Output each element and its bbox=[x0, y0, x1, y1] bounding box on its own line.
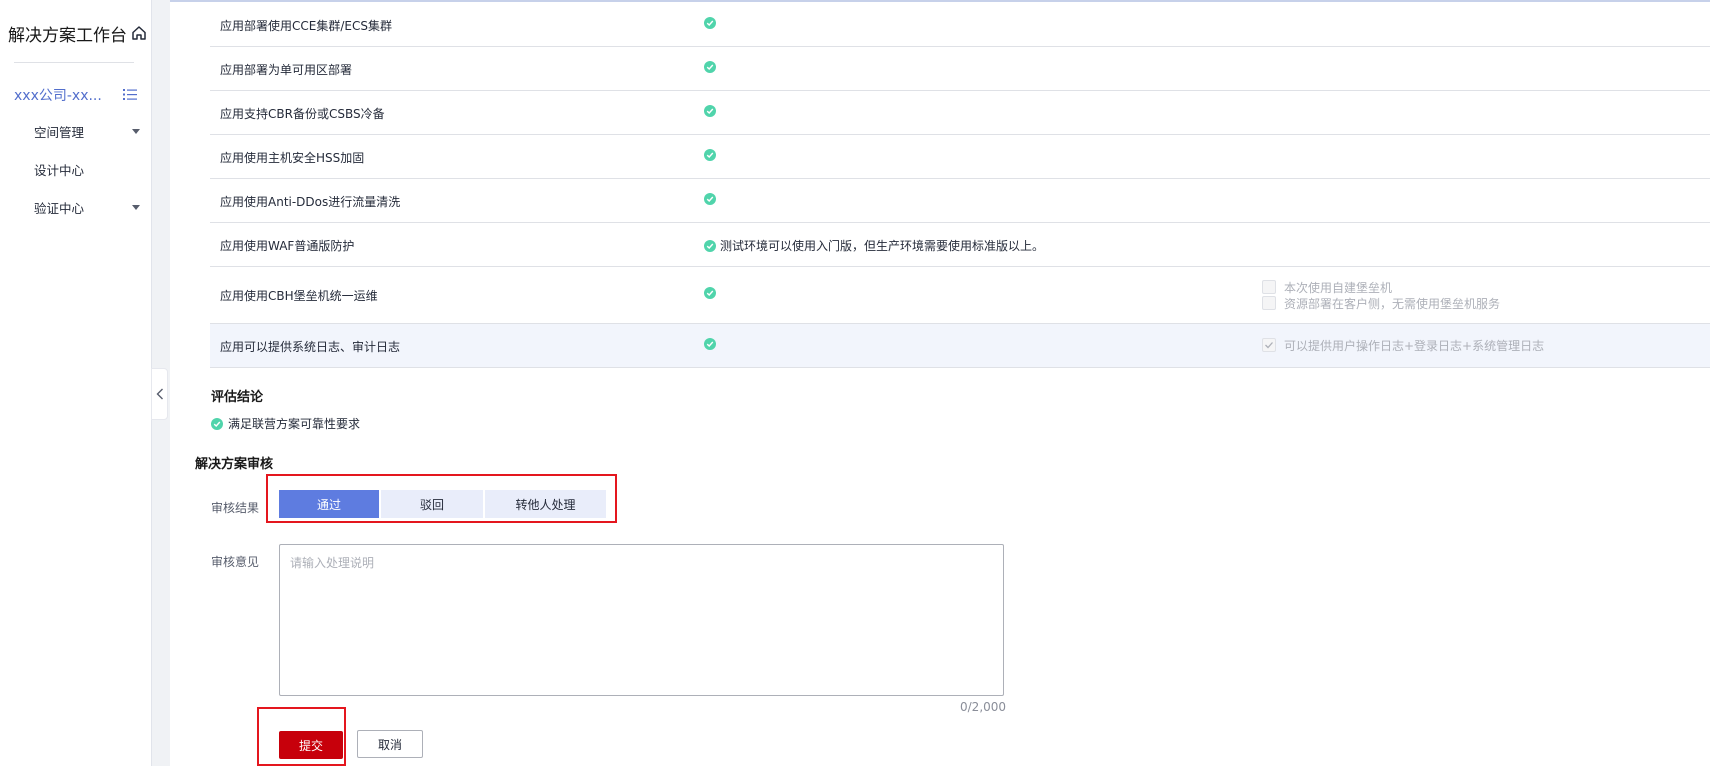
option-reject[interactable]: 驳回 bbox=[381, 490, 483, 518]
check-status bbox=[704, 17, 716, 29]
sidebar: 解决方案工作台 xxx公司-xx... 空间管理 设计中心 验证中心 bbox=[0, 0, 152, 766]
check-circle-icon bbox=[211, 417, 223, 430]
review-opinion-input[interactable]: 请输入处理说明 bbox=[279, 544, 1004, 696]
check-circle-icon bbox=[704, 149, 716, 161]
list-icon[interactable] bbox=[122, 87, 138, 103]
checklist-table: 应用部署使用CCE集群/ECS集群 应用部署为单可用区部署 应用支持CBR备份或… bbox=[210, 4, 1710, 368]
cancel-button[interactable]: 取消 bbox=[357, 730, 423, 758]
sidebar-divider bbox=[14, 62, 134, 63]
submit-button[interactable]: 提交 bbox=[279, 731, 343, 759]
table-row: 应用支持CBR备份或CSBS冷备 bbox=[210, 91, 1710, 135]
option-pass[interactable]: 通过 bbox=[279, 490, 379, 518]
check-icon bbox=[1265, 342, 1273, 349]
table-row: 应用部署为单可用区部署 bbox=[210, 47, 1710, 91]
checkbox-checked[interactable] bbox=[1262, 338, 1276, 352]
sidebar-item-label: 设计中心 bbox=[34, 162, 85, 178]
check-status bbox=[704, 338, 716, 350]
checkbox[interactable] bbox=[1262, 296, 1276, 310]
review-result-label: 审核结果 bbox=[211, 501, 260, 515]
check-status: 测试环境可以使用入门版，但生产环境需要使用标准版以上。 bbox=[704, 237, 1044, 254]
check-circle-icon bbox=[704, 239, 716, 252]
collapse-sidebar-button[interactable] bbox=[151, 368, 168, 420]
check-item-name: 应用支持CBR备份或CSBS冷备 bbox=[220, 107, 385, 121]
check-item-name: 应用使用CBH堡垒机统一运维 bbox=[220, 289, 378, 303]
check-status bbox=[704, 193, 716, 205]
check-circle-icon bbox=[704, 105, 716, 117]
check-item-name: 应用部署为单可用区部署 bbox=[220, 63, 353, 77]
check-circle-icon bbox=[704, 17, 716, 29]
option-label: 资源部署在客户侧，无需使用堡垒机服务 bbox=[1284, 296, 1501, 311]
top-border bbox=[0, 0, 1710, 2]
caret-down-icon bbox=[132, 204, 140, 210]
evaluation-result: 满足联营方案可靠性要求 bbox=[211, 415, 360, 432]
review-opinion-label: 审核意见 bbox=[211, 555, 260, 569]
check-item-name: 应用使用WAF普通版防护 bbox=[220, 239, 355, 253]
table-row: 应用使用Anti-DDos进行流量清洗 bbox=[210, 179, 1710, 223]
review-opinion-placeholder: 请输入处理说明 bbox=[290, 556, 375, 570]
check-status bbox=[704, 287, 716, 299]
option-self-built-bastion[interactable]: 本次使用自建堡垒机 bbox=[1262, 279, 1500, 295]
check-circle-icon bbox=[704, 193, 716, 205]
option-label: 可以提供用户操作日志+登录日志+系统管理日志 bbox=[1284, 338, 1545, 353]
evaluation-title: 评估结论 bbox=[211, 390, 264, 405]
check-item-name: 应用部署使用CCE集群/ECS集群 bbox=[220, 19, 392, 33]
log-options: 可以提供用户操作日志+登录日志+系统管理日志 bbox=[1262, 337, 1544, 353]
caret-down-icon bbox=[132, 128, 140, 134]
sidebar-item-label: 空间管理 bbox=[34, 124, 85, 140]
table-row: 应用可以提供系统日志、审计日志 可以提供用户操作日志+登录日志+系统管理日志 bbox=[210, 324, 1710, 368]
bastion-options: 本次使用自建堡垒机 资源部署在客户侧，无需使用堡垒机服务 bbox=[1262, 279, 1500, 311]
evaluation-result-text: 满足联营方案可靠性要求 bbox=[228, 417, 361, 431]
option-customer-side[interactable]: 资源部署在客户侧，无需使用堡垒机服务 bbox=[1262, 295, 1500, 311]
check-note: 测试环境可以使用入门版，但生产环境需要使用标准版以上。 bbox=[720, 239, 1045, 253]
review-title: 解决方案审核 bbox=[195, 457, 274, 472]
chevron-left-icon bbox=[156, 388, 163, 400]
sidebar-item-design-center[interactable]: 设计中心 bbox=[34, 159, 140, 179]
option-transfer[interactable]: 转他人处理 bbox=[485, 490, 606, 518]
review-result-group: 通过 驳回 转他人处理 bbox=[279, 490, 608, 518]
check-status bbox=[704, 105, 716, 117]
sidebar-item-label: 验证中心 bbox=[34, 200, 85, 216]
check-status bbox=[704, 61, 716, 73]
option-label: 本次使用自建堡垒机 bbox=[1284, 280, 1393, 295]
workbench-title[interactable]: 解决方案工作台 bbox=[8, 20, 148, 46]
sidebar-item-space-management[interactable]: 空间管理 bbox=[34, 121, 140, 141]
sidebar-item-verification-center[interactable]: 验证中心 bbox=[34, 197, 140, 217]
check-circle-icon bbox=[704, 338, 716, 350]
table-row: 应用使用WAF普通版防护 测试环境可以使用入门版，但生产环境需要使用标准版以上。 bbox=[210, 223, 1710, 267]
workbench-title-text: 解决方案工作台 bbox=[8, 25, 127, 46]
check-circle-icon bbox=[704, 61, 716, 73]
table-row: 应用使用CBH堡垒机统一运维 本次使用自建堡垒机 资源部署在客户侧，无需使用堡垒… bbox=[210, 267, 1710, 324]
check-item-name: 应用使用Anti-DDos进行流量清洗 bbox=[220, 195, 401, 209]
check-circle-icon bbox=[704, 287, 716, 299]
option-log-types[interactable]: 可以提供用户操作日志+登录日志+系统管理日志 bbox=[1262, 337, 1544, 353]
check-status bbox=[704, 149, 716, 161]
checkbox[interactable] bbox=[1262, 280, 1276, 294]
check-item-name: 应用使用主机安全HSS加固 bbox=[220, 151, 365, 165]
workspace-name[interactable]: xxx公司-xx... bbox=[14, 85, 102, 105]
home-icon[interactable] bbox=[130, 24, 148, 42]
char-counter: 0/2,000 bbox=[960, 700, 1007, 714]
table-row: 应用使用主机安全HSS加固 bbox=[210, 135, 1710, 179]
check-item-name: 应用可以提供系统日志、审计日志 bbox=[220, 340, 401, 354]
table-row: 应用部署使用CCE集群/ECS集群 bbox=[210, 4, 1710, 47]
workspace-selector[interactable]: xxx公司-xx... bbox=[14, 84, 138, 106]
